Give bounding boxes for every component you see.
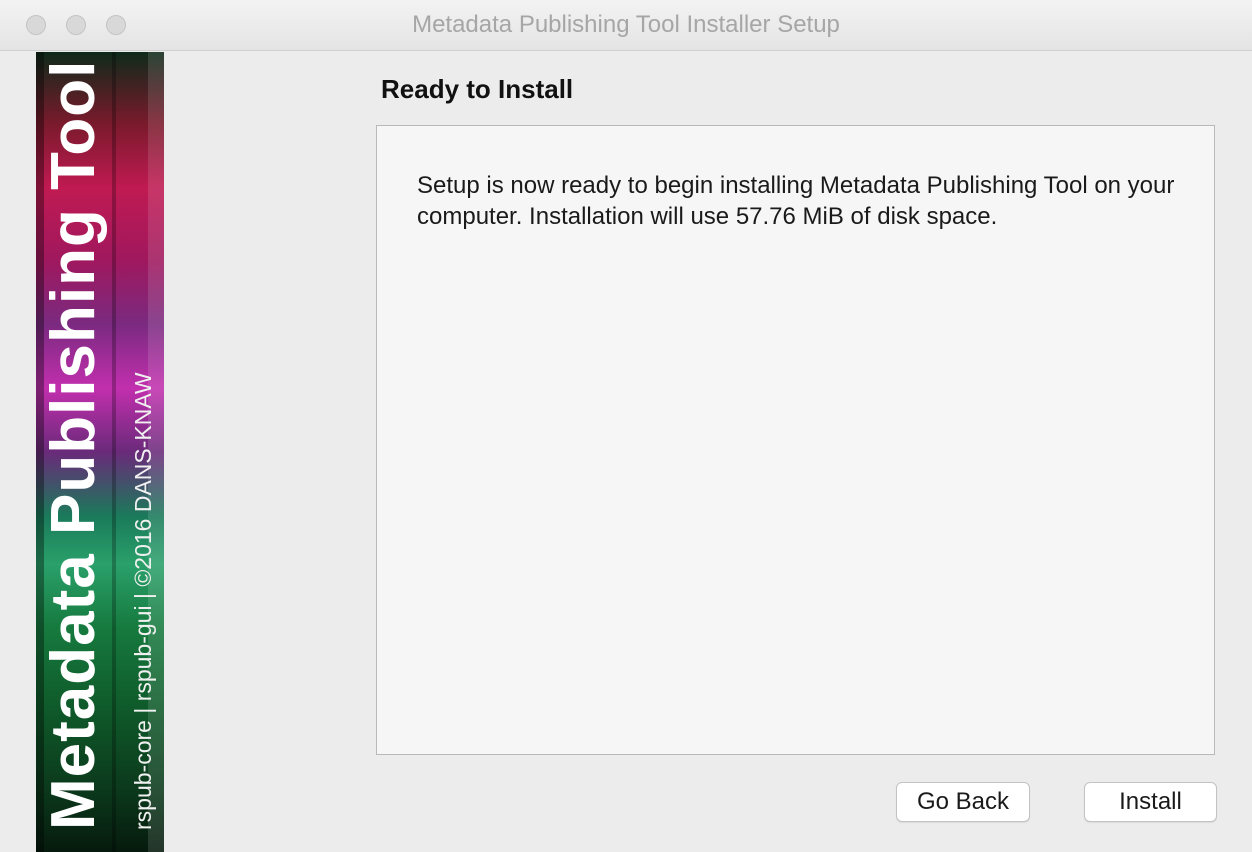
installer-window: Metadata Publishing Tool Installer Setup… (0, 0, 1252, 852)
banner-subtitle: rspub-core | rspub-gui | ©2016 DANS-KNAW (130, 372, 156, 830)
page-heading: Ready to Install (381, 74, 574, 104)
install-button[interactable]: Install (1084, 782, 1217, 822)
banner-title: Metadata Publishing Tool (39, 59, 108, 830)
banner-stripe (112, 52, 116, 852)
go-back-button[interactable]: Go Back (896, 782, 1030, 822)
ready-message: Setup is now ready to begin installing M… (417, 172, 1175, 230)
window-title: Metadata Publishing Tool Installer Setup (412, 11, 840, 38)
message-panel: Setup is now ready to begin installing M… (376, 125, 1215, 755)
title-bar: Metadata Publishing Tool Installer Setup (0, 0, 1252, 51)
side-banner-image: Metadata Publishing Tool rspub-core | rs… (36, 52, 164, 852)
